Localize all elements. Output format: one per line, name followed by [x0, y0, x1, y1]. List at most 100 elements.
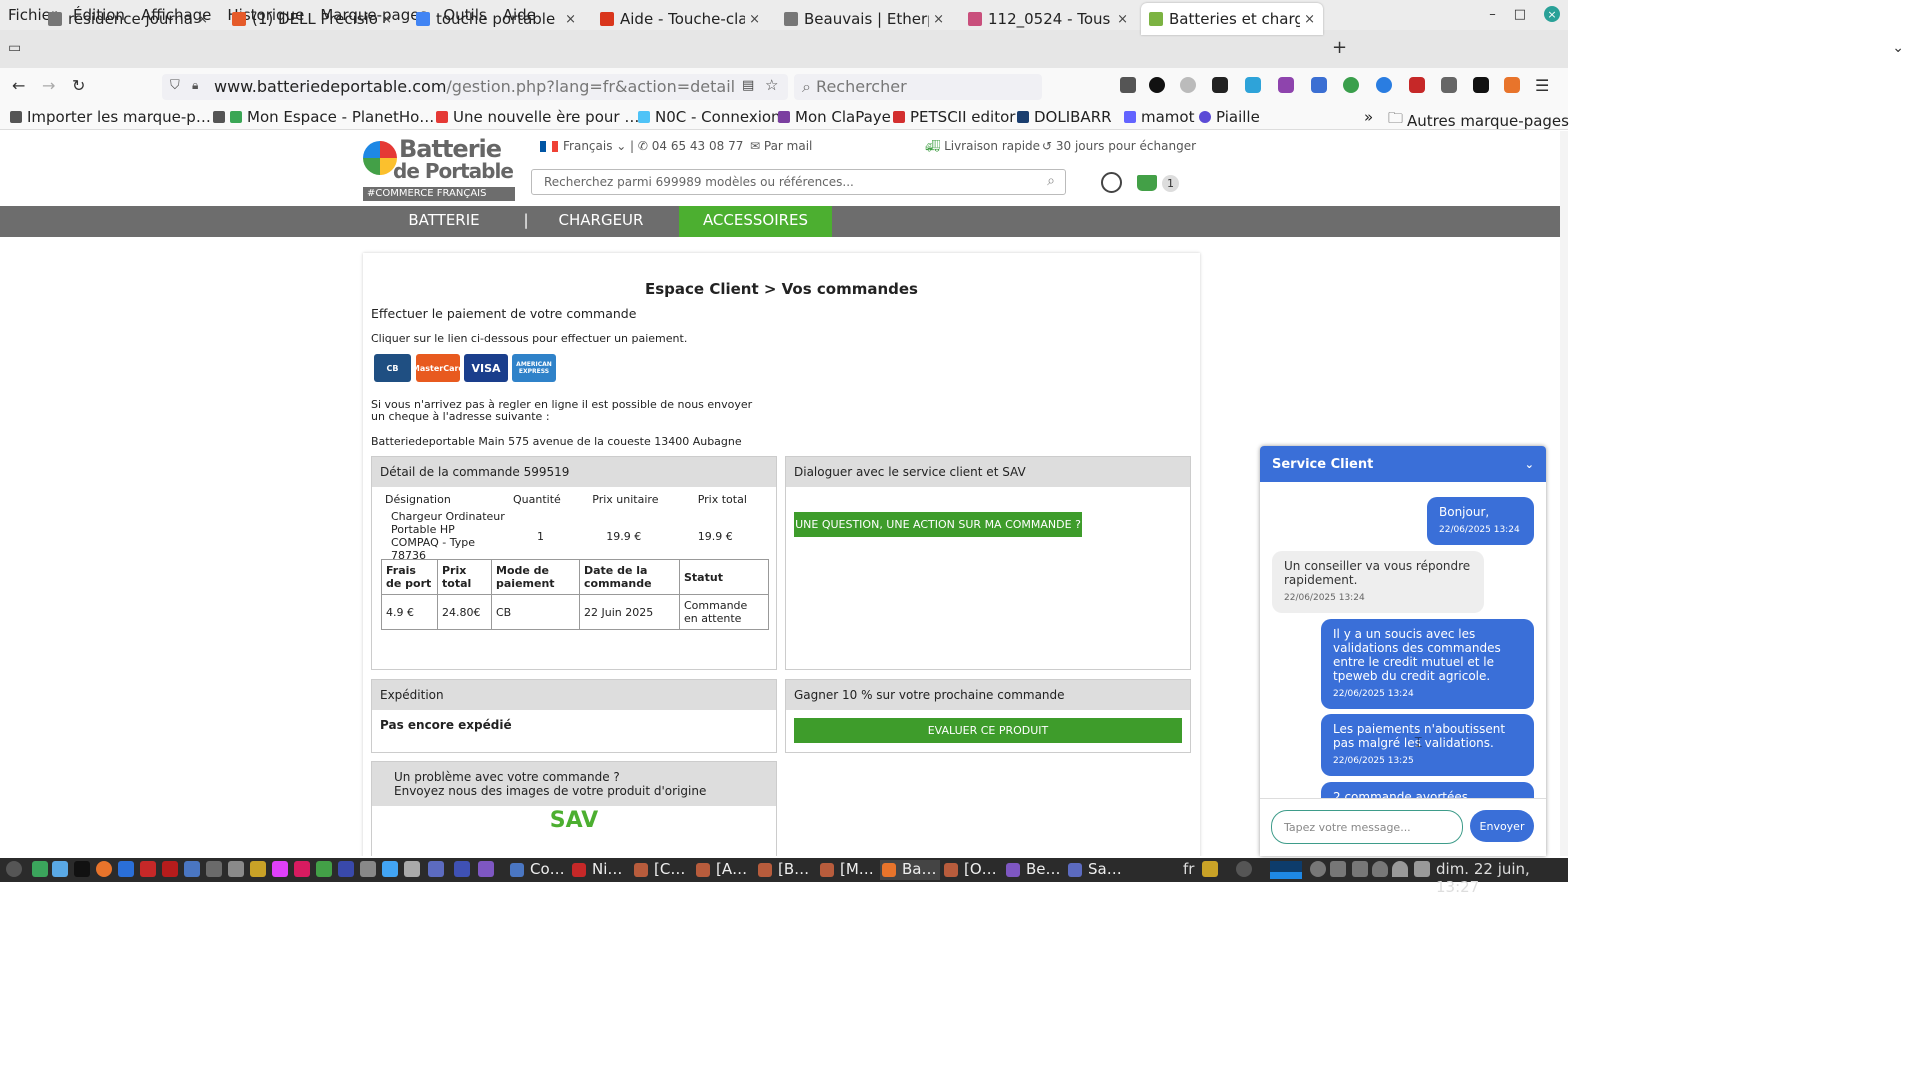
- task-4[interactable]: [B…: [756, 860, 816, 880]
- files-icon[interactable]: [52, 861, 68, 877]
- nav-chargeur[interactable]: CHARGEUR: [532, 206, 670, 237]
- reload-button[interactable]: ↻: [72, 76, 85, 95]
- mastercard-icon[interactable]: MasterCard: [412, 354, 464, 382]
- tab-6-active[interactable]: Batteries et charger×: [1141, 3, 1323, 35]
- document-icon[interactable]: [228, 861, 244, 877]
- firefox-icon[interactable]: [96, 861, 112, 877]
- firefox-account-icon[interactable]: [1504, 77, 1520, 93]
- bookmark-mamot[interactable]: mamot: [1124, 108, 1194, 126]
- order-question-button[interactable]: UNE QUESTION, UNE ACTION SUR MA COMMANDE…: [794, 512, 1082, 537]
- browser-search-box[interactable]: ⌕ Rechercher: [794, 74, 1042, 100]
- tab-close-icon[interactable]: ×: [197, 12, 208, 27]
- extension-n-icon[interactable]: [1311, 77, 1327, 93]
- bookmark-clapaye[interactable]: Mon ClaPaye: [778, 108, 891, 126]
- amex-card-icon[interactable]: AMERICAN EXPRESS: [512, 354, 556, 382]
- tab-1[interactable]: (1) DELL Precision 3×: [224, 3, 400, 35]
- account-icon[interactable]: [1101, 172, 1122, 193]
- puzzle-icon[interactable]: [454, 861, 470, 877]
- mail-client-icon[interactable]: [184, 861, 200, 877]
- extension-info-icon[interactable]: [1149, 77, 1165, 93]
- network-tool-icon[interactable]: [478, 861, 494, 877]
- chat-collapse-chevron-icon[interactable]: ⌄: [1525, 458, 1534, 471]
- app-gray-icon[interactable]: [360, 861, 376, 877]
- chat-message-input[interactable]: Tapez votre message...: [1271, 810, 1463, 844]
- desktop-icon[interactable]: [32, 861, 48, 877]
- extension-blue-icon[interactable]: [1376, 77, 1392, 93]
- review-product-button[interactable]: EVALUER CE PRODUIT: [794, 718, 1182, 743]
- tab-0[interactable]: residence journalist×: [40, 3, 216, 35]
- clock[interactable]: dim. 22 juin, 13:27: [1436, 860, 1568, 896]
- filezilla-icon[interactable]: [162, 861, 178, 877]
- spreadsheet-icon[interactable]: [316, 861, 332, 877]
- text-editor-icon[interactable]: [118, 861, 134, 877]
- calculator-icon[interactable]: [206, 861, 222, 877]
- reader-view-icon[interactable]: ▤: [742, 78, 754, 93]
- new-tab-button[interactable]: +: [1332, 37, 1347, 58]
- chat-app-icon[interactable]: [382, 861, 398, 877]
- tab-close-icon[interactable]: ×: [749, 12, 760, 27]
- task-5[interactable]: [M…: [818, 860, 878, 880]
- bookmark-nouvelle-ere[interactable]: Une nouvelle ère pour …: [436, 108, 639, 126]
- app-menu-icon[interactable]: ☰: [1535, 76, 1549, 95]
- bookmark-star-icon[interactable]: ☆: [765, 76, 778, 94]
- bookmark-import[interactable]: Importer les marque-p…: [10, 108, 211, 126]
- app-red-icon[interactable]: [140, 861, 156, 877]
- media-player-icon[interactable]: [294, 861, 310, 877]
- tab-2[interactable]: touche portable len ×: [408, 3, 584, 35]
- url-bar[interactable]: ⛉ 🔒︎ www.batteriedeportable.com/gestion.…: [162, 74, 788, 100]
- pocket-icon[interactable]: [1120, 77, 1136, 93]
- shield-icon[interactable]: [1372, 861, 1388, 877]
- forward-button[interactable]: →: [42, 76, 55, 95]
- bookmark-planethoster[interactable]: Mon Espace - PlanetHo…: [213, 108, 434, 126]
- site-logo[interactable]: Batterie de Portable #COMMERCE FRANÇAIS: [363, 135, 515, 201]
- sav-label[interactable]: SAV: [372, 808, 776, 833]
- tab-close-icon[interactable]: ×: [1304, 12, 1315, 27]
- url-text[interactable]: www.batteriedeportable.com/gestion.php?l…: [214, 77, 734, 96]
- terminal-icon[interactable]: [74, 861, 90, 877]
- system-menu-icon[interactable]: [6, 861, 22, 877]
- task-6-active[interactable]: Ba…: [880, 860, 940, 880]
- tab-close-icon[interactable]: ×: [933, 12, 944, 27]
- tab-close-icon[interactable]: ×: [381, 12, 392, 27]
- chat-send-button[interactable]: Envoyer: [1470, 810, 1534, 842]
- location-icon[interactable]: [428, 861, 444, 877]
- cart-basket-icon[interactable]: [1137, 175, 1157, 191]
- page-scrollbar[interactable]: [1560, 131, 1568, 856]
- back-button[interactable]: ←: [12, 76, 25, 95]
- cart-count-badge[interactable]: 1: [1162, 175, 1179, 192]
- bookmark-petscii[interactable]: PETSCII editor: [893, 108, 1015, 126]
- bookmark-piaille[interactable]: Piaille: [1199, 108, 1260, 126]
- ublock-icon[interactable]: [1409, 77, 1425, 93]
- lock-icon[interactable]: 🔒︎: [192, 78, 198, 93]
- bookmarks-overflow-icon[interactable]: »: [1364, 108, 1373, 126]
- minimize-button[interactable]: –: [1489, 7, 1496, 22]
- task-2[interactable]: [C…: [632, 860, 692, 880]
- glasses-icon[interactable]: [404, 861, 420, 877]
- tab-overflow-chevron-icon[interactable]: ⌄: [1892, 40, 1904, 56]
- nav-batterie[interactable]: BATTERIE: [380, 206, 508, 237]
- extensions-puzzle-icon[interactable]: [1441, 77, 1457, 93]
- extension-save-icon[interactable]: [1245, 77, 1261, 93]
- tracking-shield-icon[interactable]: ⛉: [170, 78, 180, 93]
- phone-info[interactable]: | ✆ 04 65 43 08 77: [630, 139, 743, 153]
- task-0[interactable]: Co…: [508, 860, 570, 880]
- notes-icon[interactable]: [1202, 861, 1218, 877]
- mail-link[interactable]: ✉ Par mail: [750, 139, 812, 153]
- tab-4[interactable]: Beauvais | Etherpad ×: [776, 3, 952, 35]
- chat-header[interactable]: Service Client ⌄: [1260, 446, 1546, 482]
- extension-purple-icon[interactable]: [1278, 77, 1294, 93]
- bookmark-n0c[interactable]: N0C - Connexion: [638, 108, 781, 126]
- power-icon[interactable]: [1236, 861, 1252, 877]
- task-8[interactable]: Be…: [1004, 860, 1064, 880]
- archive-icon[interactable]: [250, 861, 266, 877]
- task-7[interactable]: [O…: [942, 860, 1002, 880]
- extension-green-icon[interactable]: [1343, 77, 1359, 93]
- visa-card-icon[interactable]: VISA: [464, 354, 508, 382]
- close-window-button[interactable]: ×: [1544, 6, 1560, 22]
- language-selector[interactable]: Français ⌄: [540, 139, 626, 153]
- cb-card-icon[interactable]: CB: [374, 354, 411, 382]
- bookmark-dolibarr[interactable]: DOLIBARR: [1017, 108, 1112, 126]
- battery-icon[interactable]: [1352, 861, 1368, 877]
- tab-5[interactable]: 112_0524 - Tous les ×: [960, 3, 1136, 35]
- tab-close-icon[interactable]: ×: [1117, 12, 1128, 27]
